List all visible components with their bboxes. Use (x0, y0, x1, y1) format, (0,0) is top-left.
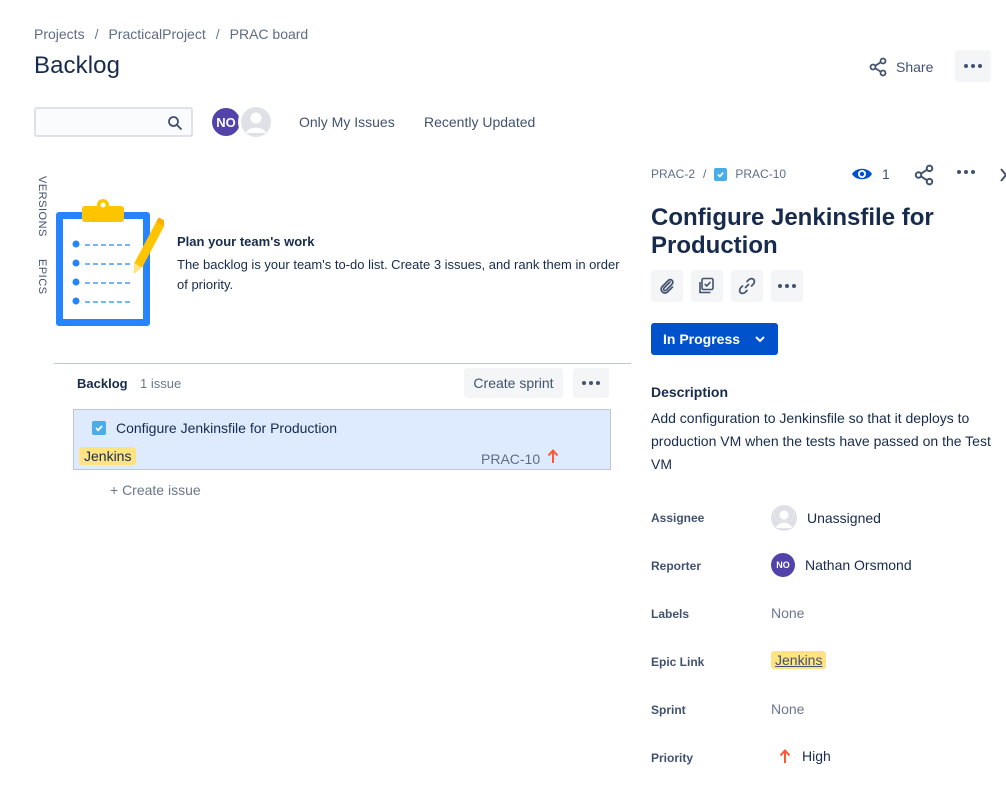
watch-button[interactable]: 1 (851, 166, 890, 182)
epic-badge[interactable]: Jenkins (771, 651, 827, 669)
divider (54, 363, 631, 364)
add-child-issue-button[interactable] (691, 270, 723, 302)
breadcrumb-separator: / (703, 167, 707, 181)
plan-title: Plan your team's work (177, 234, 315, 249)
watcher-count: 1 (882, 166, 890, 182)
description-heading: Description (651, 384, 729, 400)
share-label: Share (896, 59, 934, 75)
priority-field[interactable]: High (778, 748, 831, 764)
labels-field[interactable]: None (771, 605, 804, 621)
unassigned-avatar (771, 505, 797, 531)
chevron-down-icon (755, 336, 765, 343)
search-input[interactable] (36, 109, 161, 135)
status-dropdown[interactable]: In Progress (651, 323, 778, 355)
share-button[interactable]: Share (862, 52, 939, 82)
issue-breadcrumb: PRAC-2 / PRAC-10 (651, 167, 786, 181)
issue-key[interactable]: PRAC-10 (481, 451, 540, 467)
search-icon (168, 116, 182, 130)
plan-description: The backlog is your team's to-do list. C… (177, 257, 620, 292)
share-icon (869, 57, 887, 77)
issue-epic-label[interactable]: Jenkins (79, 447, 137, 465)
recently-updated-filter[interactable]: Recently Updated (424, 114, 535, 130)
epic-link-label: Epic Link (651, 655, 705, 669)
more-icon (778, 284, 796, 288)
share-icon[interactable] (913, 164, 935, 186)
task-type-icon (714, 167, 728, 181)
close-icon[interactable] (1000, 166, 1006, 184)
avatar: NO (771, 553, 795, 577)
link-issue-button[interactable] (731, 270, 763, 302)
parent-issue-link[interactable]: PRAC-2 (651, 167, 695, 181)
reporter-label: Reporter (651, 559, 702, 573)
attachment-icon (660, 278, 674, 294)
breadcrumb-project[interactable]: PracticalProject (108, 26, 205, 42)
issue-key-link[interactable]: PRAC-10 (735, 167, 786, 181)
attach-button[interactable] (651, 270, 683, 302)
tab-versions[interactable]: VERSIONS (36, 176, 48, 237)
assignee-field[interactable]: Unassigned (771, 505, 881, 531)
issue-title[interactable]: Configure Jenkinsfile for Production (651, 204, 991, 260)
reporter-value: Nathan Orsmond (805, 557, 912, 573)
eye-icon (852, 168, 872, 180)
more-icon[interactable] (957, 170, 975, 174)
page-title: Backlog (34, 52, 121, 79)
backlog-title: Backlog (77, 376, 128, 391)
breadcrumb-separator: / (94, 26, 99, 42)
epic-link-field[interactable]: Jenkins (771, 651, 827, 669)
description-text[interactable]: Add configuration to Jenkinsfile so that… (651, 407, 996, 476)
create-sprint-button[interactable]: Create sprint (464, 368, 563, 398)
reporter-field[interactable]: NO Nathan Orsmond (771, 553, 912, 577)
assignee-label: Assignee (651, 511, 705, 525)
priority-value: High (802, 748, 831, 764)
labels-label: Labels (651, 607, 690, 621)
create-issue-button[interactable]: + Create issue (110, 482, 201, 498)
backlog-issue-row[interactable]: Configure Jenkinsfile for Production Jen… (73, 409, 611, 470)
more-actions-button[interactable] (955, 50, 991, 82)
breadcrumb-projects[interactable]: Projects (34, 26, 85, 42)
sprint-label: Sprint (651, 703, 686, 717)
more-tools-button[interactable] (771, 270, 803, 302)
assignee-value: Unassigned (807, 510, 881, 526)
unassigned-avatar-filter[interactable] (238, 104, 274, 140)
issue-count: 1 issue (140, 376, 182, 391)
breadcrumb-separator: / (215, 26, 220, 42)
issue-summary: Configure Jenkinsfile for Production (116, 420, 338, 436)
priority-high-icon (779, 749, 791, 763)
backlog-more-button[interactable] (573, 368, 609, 398)
more-icon (964, 64, 982, 68)
tab-epics[interactable]: EPICS (36, 259, 48, 295)
person-icon (241, 107, 271, 137)
link-icon (738, 277, 756, 295)
status-label: In Progress (662, 331, 741, 347)
clipboard-illustration (56, 199, 164, 326)
search-field[interactable] (34, 107, 193, 137)
priority-label: Priority (651, 751, 694, 765)
more-icon (582, 381, 600, 385)
priority-high-icon (547, 449, 559, 463)
breadcrumb: Projects / PracticalProject / PRAC board (34, 26, 308, 42)
subtask-icon (699, 277, 714, 294)
task-type-icon (92, 421, 106, 435)
sprint-field[interactable]: None (771, 701, 804, 717)
only-my-issues-filter[interactable]: Only My Issues (299, 114, 395, 130)
breadcrumb-board[interactable]: PRAC board (230, 26, 309, 42)
